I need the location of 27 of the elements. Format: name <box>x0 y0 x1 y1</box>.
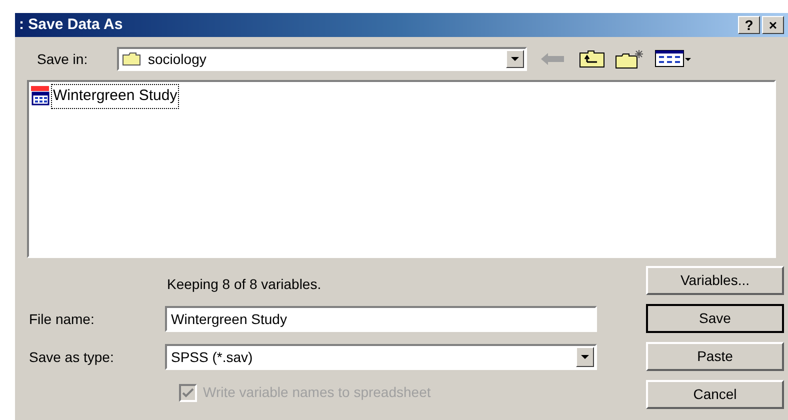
save-as-type-label: Save as type: <box>29 348 115 367</box>
file-item[interactable]: Wintergreen Study <box>51 84 180 108</box>
dialog-button[interactable]: Variables... <box>646 266 784 295</box>
folder-name: sociology <box>148 50 208 69</box>
dialog-button[interactable]: Cancel <box>646 380 784 409</box>
close-button[interactable]: × <box>762 16 784 34</box>
save-as-type-dropdown[interactable]: SPSS (*.sav) <box>165 344 597 370</box>
save-in-dropdown[interactable]: sociology <box>117 47 527 71</box>
file-type: SPSS (*.sav) <box>171 348 254 367</box>
caret-icon <box>581 355 589 359</box>
file-list[interactable]: Wintergreen Study <box>27 80 776 258</box>
up-folder-icon[interactable] <box>579 50 605 68</box>
file-name-label: File name: <box>29 310 96 328</box>
view-menu-icon[interactable] <box>655 50 691 68</box>
dropdown-button[interactable] <box>576 347 594 367</box>
data-file-icon <box>31 86 51 106</box>
file-name-field[interactable]: Wintergreen Study <box>165 306 597 332</box>
window-title: : Save Data As <box>18 14 123 35</box>
status-text: Keeping 8 of 8 variables. <box>167 275 322 292</box>
help-button[interactable]: ? <box>738 16 760 34</box>
folder-icon <box>122 52 142 66</box>
caret-icon <box>511 57 519 61</box>
dialog-button[interactable]: Save <box>646 304 784 333</box>
save-in-label: Save in: <box>37 50 89 68</box>
dropdown-button[interactable] <box>506 50 524 68</box>
new-folder-icon[interactable] <box>615 49 645 69</box>
dialog-button[interactable]: Paste <box>646 342 784 371</box>
